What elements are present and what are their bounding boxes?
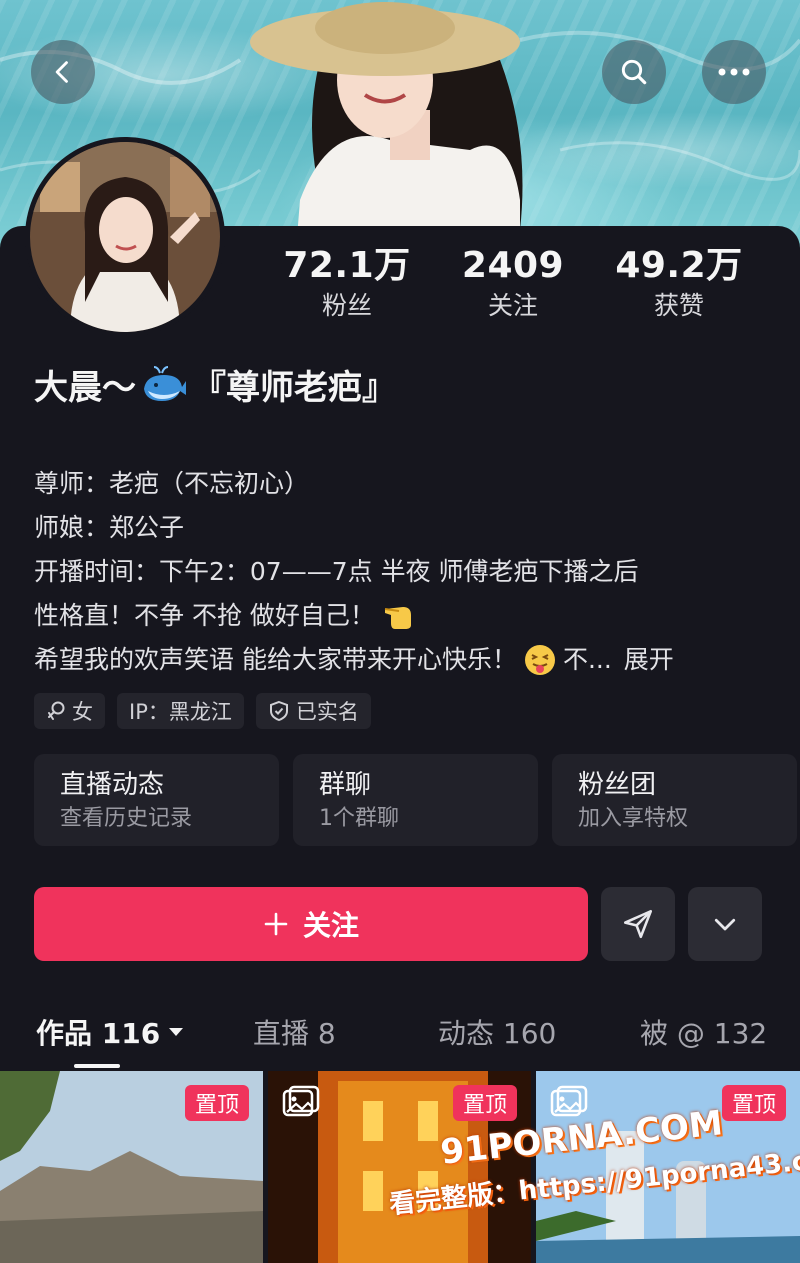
shield-check-icon bbox=[269, 700, 288, 722]
pinned-badge: 置顶 bbox=[184, 1085, 249, 1121]
stat-followers[interactable]: 72.1万 粉丝 bbox=[267, 244, 427, 324]
group-chat-card[interactable]: 群聊 1个群聊 bbox=[293, 754, 538, 846]
image-post-icon bbox=[282, 1085, 320, 1117]
pinned-badge: 置顶 bbox=[452, 1085, 517, 1121]
bio-line: 尊师：老疤（不忘初心） bbox=[34, 469, 310, 498]
tongue-face-icon bbox=[524, 645, 555, 675]
more-button[interactable] bbox=[702, 40, 766, 104]
followers-label: 粉丝 bbox=[321, 291, 372, 320]
avatar-photo bbox=[30, 142, 220, 332]
bio-line: 希望我的欢声笑语 能给大家带来开心快乐！ 不... 展开 bbox=[34, 638, 774, 682]
search-icon bbox=[621, 59, 647, 85]
gender-tag: 女 bbox=[34, 693, 105, 729]
whale-icon bbox=[144, 365, 186, 401]
expand-bio-link[interactable]: 展开 bbox=[624, 638, 674, 682]
tab-label: 作品 116 bbox=[36, 1017, 161, 1050]
card-subtitle: 1个群聊 bbox=[319, 806, 399, 831]
image-post-icon bbox=[550, 1085, 588, 1117]
card-subtitle: 加入享特权 bbox=[578, 806, 689, 831]
likes-count: 49.2万 bbox=[615, 245, 743, 286]
verified-label: 已实名 bbox=[295, 700, 359, 724]
bio-line: 开播时间：下午2：07——7点 半夜 师傅老疤下播之后 bbox=[34, 557, 639, 586]
bio-truncated-text: 不... bbox=[562, 645, 612, 674]
follow-label: 关注 bbox=[302, 909, 359, 942]
ip-tag: IP：黑龙江 bbox=[117, 693, 244, 729]
name-prefix: 大晨～ bbox=[34, 368, 136, 408]
tab-mentions[interactable]: 被 @ 132 bbox=[640, 1012, 767, 1052]
profile-name: 大晨～ 『尊师老疤』 bbox=[34, 360, 396, 409]
bio: 尊师：老疤（不忘初心） 师娘：郑公子 开播时间：下午2：07——7点 半夜 师傅… bbox=[34, 462, 774, 682]
follow-button[interactable]: 关注 bbox=[34, 887, 588, 961]
pinned-badge: 置顶 bbox=[721, 1085, 786, 1121]
profile-page: 72.1万 粉丝 2409 关注 49.2万 获赞 大晨～ 『尊师老疤』 尊师：… bbox=[0, 0, 800, 1263]
caret-down-icon bbox=[169, 1028, 184, 1036]
bio-line: 师娘：郑公子 bbox=[34, 513, 185, 542]
live-history-card[interactable]: 直播动态 查看历史记录 bbox=[34, 754, 279, 846]
tab-moments[interactable]: 动态 160 bbox=[438, 1012, 556, 1052]
tab-live[interactable]: 直播 8 bbox=[253, 1012, 336, 1052]
female-icon bbox=[48, 701, 65, 720]
content-tabs: 作品 116 直播 8 动态 160 被 @ 132 bbox=[0, 1006, 800, 1068]
stat-following[interactable]: 2409 关注 bbox=[433, 244, 593, 324]
card-title: 群聊 bbox=[319, 770, 372, 800]
card-subtitle: 查看历史记录 bbox=[60, 806, 193, 831]
plus-icon bbox=[264, 912, 288, 936]
chevron-down-icon bbox=[714, 918, 736, 931]
followers-count: 72.1万 bbox=[283, 245, 411, 286]
card-title: 直播动态 bbox=[60, 770, 165, 800]
send-icon bbox=[623, 909, 653, 939]
bio-line: 性格直！不争 不抢 做好自己！ bbox=[34, 594, 774, 638]
following-label: 关注 bbox=[487, 291, 538, 320]
gender-label: 女 bbox=[72, 700, 93, 724]
bio-line-text: 希望我的欢声笑语 能给大家带来开心快乐！ bbox=[34, 645, 517, 674]
fan-club-card[interactable]: 粉丝团 加入享特权 bbox=[552, 754, 797, 846]
more-dots-icon bbox=[718, 68, 750, 76]
avatar[interactable] bbox=[30, 142, 220, 332]
likes-label: 获赞 bbox=[653, 291, 704, 320]
tab-works[interactable]: 作品 116 bbox=[36, 1012, 184, 1052]
card-title: 粉丝团 bbox=[578, 770, 657, 800]
more-actions-button[interactable] bbox=[688, 887, 762, 961]
profile-tags: 女 IP：黑龙江 已实名 bbox=[34, 693, 371, 729]
search-button[interactable] bbox=[602, 40, 666, 104]
ip-label: IP：黑龙江 bbox=[129, 700, 232, 724]
back-arrow-icon bbox=[55, 61, 68, 83]
name-suffix: 『尊师老疤』 bbox=[192, 368, 396, 408]
following-count: 2409 bbox=[461, 245, 565, 286]
message-button[interactable] bbox=[601, 887, 675, 961]
salute-icon bbox=[384, 607, 411, 629]
feature-cards: 直播动态 查看历史记录 群聊 1个群聊 粉丝团 加入享特权 bbox=[34, 754, 797, 846]
active-tab-indicator bbox=[74, 1064, 120, 1068]
bio-line-text: 性格直！不争 不抢 做好自己！ bbox=[34, 601, 375, 630]
grid-item[interactable]: 置顶 bbox=[0, 1071, 263, 1263]
stat-likes[interactable]: 49.2万 获赞 bbox=[599, 244, 759, 324]
back-button[interactable] bbox=[31, 40, 95, 104]
verified-tag: 已实名 bbox=[255, 693, 371, 729]
